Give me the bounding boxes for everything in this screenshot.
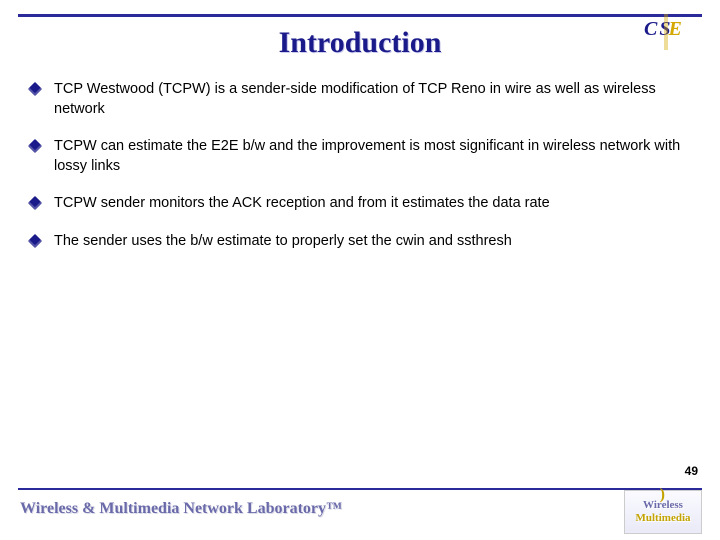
bullet-icon xyxy=(28,82,42,96)
bullet-text: TCPW sender monitors the ACK reception a… xyxy=(54,194,550,214)
bullet-text: TCP Westwood (TCPW) is a sender-side mod… xyxy=(54,80,696,119)
list-item: TCPW can estimate the E2E b/w and the im… xyxy=(30,137,696,176)
antenna-icon: ) xyxy=(660,487,665,503)
bullet-text: The sender uses the b/w estimate to prop… xyxy=(54,232,512,252)
slide: CSE Introduction TCP Westwood (TCPW) is … xyxy=(0,0,720,540)
top-divider xyxy=(18,14,702,17)
wireless-multimedia-logo: ) Wireless Multimedia xyxy=(624,490,702,534)
slide-title: Introduction xyxy=(0,26,720,60)
footer-logo-line2: Multimedia xyxy=(636,513,691,524)
bottom-divider xyxy=(18,488,702,490)
list-item: TCPW sender monitors the ACK reception a… xyxy=(30,194,696,214)
footer-lab-name: Wireless & Multimedia Network Laboratory… xyxy=(20,500,342,518)
bullet-icon xyxy=(28,139,42,153)
bullet-icon xyxy=(28,196,42,210)
list-item: The sender uses the b/w estimate to prop… xyxy=(30,232,696,252)
bullet-icon xyxy=(28,234,42,248)
page-number: 49 xyxy=(685,464,698,478)
content-area: TCP Westwood (TCPW) is a sender-side mod… xyxy=(30,80,696,269)
list-item: TCP Westwood (TCPW) is a sender-side mod… xyxy=(30,80,696,119)
bullet-text: TCPW can estimate the E2E b/w and the im… xyxy=(54,137,696,176)
